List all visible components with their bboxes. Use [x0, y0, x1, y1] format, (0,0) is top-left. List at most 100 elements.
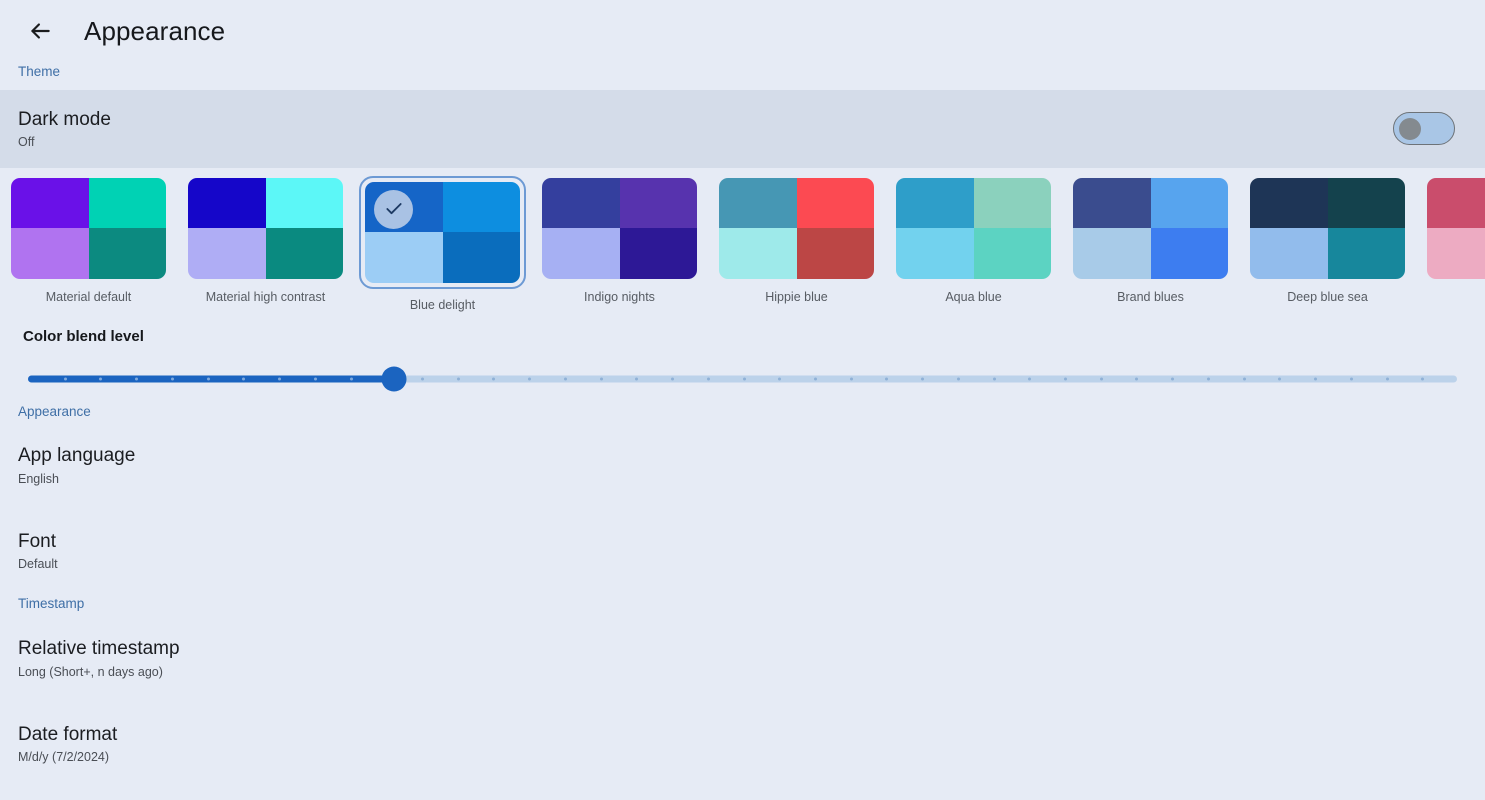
swatch-quadrant-4: [1150, 228, 1228, 279]
swatch-selection-ring: [359, 175, 526, 289]
setting-value: M/d/y (7/2/2024): [18, 750, 110, 765]
slider-tick: [778, 377, 782, 380]
setting-value: English: [18, 471, 59, 486]
slider-tick: [813, 377, 817, 380]
swatch-label: Material default: [45, 289, 132, 304]
swatch-quadrant-1: [11, 177, 89, 228]
swatch-quadrant-3: [188, 228, 266, 279]
slider-tick: [349, 377, 353, 380]
theme-swatch-aqua-blue[interactable]: Aqua blue: [885, 176, 1062, 304]
swatch-selection-ring: [717, 176, 876, 281]
slider-tick: [99, 377, 103, 380]
setting-title: Relative timestamp: [18, 637, 180, 659]
slider-tick: [528, 377, 532, 380]
swatch-quadrant-2: [442, 181, 520, 232]
swatch-label: Aqua blue: [945, 289, 1002, 304]
color-blend-block: Color blend level: [0, 314, 1485, 391]
swatch-selection-ring: [186, 176, 345, 281]
dark-mode-title: Dark mode: [18, 109, 111, 131]
swatch-quadrant-4: [1327, 228, 1405, 279]
arrow-left-icon: [27, 18, 53, 44]
swatch-quadrant-2: [796, 177, 874, 228]
swatch-quadrant-3: [11, 228, 89, 279]
theme-swatch-blue-delight[interactable]: Blue delight: [354, 175, 531, 312]
swatch-color-grid: [719, 177, 874, 279]
swatch-selection-ring: [1071, 176, 1230, 281]
setting-title: Date format: [18, 723, 118, 745]
slider-tick: [278, 377, 282, 380]
swatch-quadrant-2: [1327, 177, 1405, 228]
slider-ticks: [28, 375, 1457, 382]
setting-title: Font: [18, 530, 57, 552]
swatch-quadrant-4: [265, 228, 343, 279]
slider-tick: [956, 377, 960, 380]
app-header: Appearance: [0, 0, 1485, 62]
swatch-quadrant-3: [365, 232, 443, 283]
slider-thumb[interactable]: [381, 366, 407, 391]
swatch-selection-ring: [894, 176, 1053, 281]
dark-mode-row[interactable]: Dark mode Off: [0, 89, 1485, 168]
slider-tick: [1206, 377, 1210, 380]
swatch-selection-ring: [1425, 176, 1485, 281]
theme-swatch-indigo-nights[interactable]: Indigo nights: [531, 176, 708, 304]
dark-mode-value: Off: [18, 134, 35, 149]
slider-tick: [742, 377, 746, 380]
swatch-quadrant-3: [719, 228, 797, 279]
setting-row-font[interactable]: Font Default: [0, 520, 1485, 582]
swatch-quadrant-4: [796, 228, 874, 279]
slider-tick: [1385, 377, 1389, 380]
theme-swatch-brand-blues[interactable]: Brand blues: [1062, 176, 1239, 304]
appearance-section: Appearance App language English Font Def…: [0, 404, 1485, 582]
swatch-quadrant-1: [542, 177, 620, 228]
swatch-quadrant-3: [542, 228, 620, 279]
swatch-quadrant-2: [1150, 177, 1228, 228]
setting-row-relative-timestamp[interactable]: Relative timestamp Long (Short+, n days …: [0, 627, 1485, 689]
theme-swatch-material-high-contrast[interactable]: Material high contrast: [177, 176, 354, 304]
swatch-quadrant-2: [88, 177, 166, 228]
slider-tick: [1314, 377, 1318, 380]
slider-tick: [63, 377, 67, 380]
swatch-label: Brand blues: [1117, 289, 1184, 304]
theme-swatch-material-default[interactable]: Material default: [0, 176, 177, 304]
swatch-color-grid: [542, 177, 697, 279]
swatch-quadrant-3: [896, 228, 974, 279]
slider-tick: [706, 377, 710, 380]
slider-tick: [242, 377, 246, 380]
slider-tick: [1064, 377, 1068, 380]
slider-tick: [599, 377, 603, 380]
swatch-quadrant-1: [1073, 177, 1151, 228]
slider-tick: [1349, 377, 1353, 380]
swatch-quadrant-4: [442, 232, 520, 283]
setting-value: Long (Short+, n days ago): [18, 664, 163, 679]
theme-swatch-deep-blue-sea[interactable]: Deep blue sea: [1239, 176, 1416, 304]
setting-row-date-format[interactable]: Date format M/d/y (7/2/2024): [0, 713, 1485, 775]
setting-title: App language: [18, 445, 136, 466]
setting-row-app-language[interactable]: App language English: [0, 434, 1485, 496]
swatch-label: Material high contrast: [205, 289, 326, 304]
theme-swatch-list[interactable]: Material default Material high contrast Bl…: [0, 167, 1485, 314]
color-blend-slider[interactable]: [28, 366, 1457, 391]
page-title: Appearance: [84, 15, 226, 46]
swatch-quadrant-1: [896, 177, 974, 228]
swatch-quadrant-2: [265, 177, 343, 228]
swatch-quadrant-1: [719, 177, 797, 228]
dark-mode-toggle[interactable]: [1393, 112, 1455, 145]
swatch-color-grid: [365, 181, 520, 283]
swatch-quadrant-3: [1073, 228, 1151, 279]
swatch-quadrant-1: [188, 177, 266, 228]
swatch-quadrant-4: [619, 228, 697, 279]
swatch-quadrant-4: [88, 228, 166, 279]
swatch-selection-ring: [1248, 176, 1407, 281]
swatch-label: Hippie blue: [765, 289, 828, 304]
back-button[interactable]: [18, 9, 62, 53]
slider-tick: [635, 377, 639, 380]
swatch-color-grid: [1073, 177, 1228, 279]
section-header-timestamp: Timestamp: [18, 596, 85, 612]
theme-swatch-partial[interactable]: [1416, 176, 1485, 290]
swatch-quadrant-1: [1427, 177, 1485, 228]
theme-swatch-hippie-blue[interactable]: Hippie blue: [708, 176, 885, 304]
swatch-selection-ring: [540, 176, 699, 281]
slider-tick: [456, 377, 460, 380]
slider-tick: [849, 377, 853, 380]
